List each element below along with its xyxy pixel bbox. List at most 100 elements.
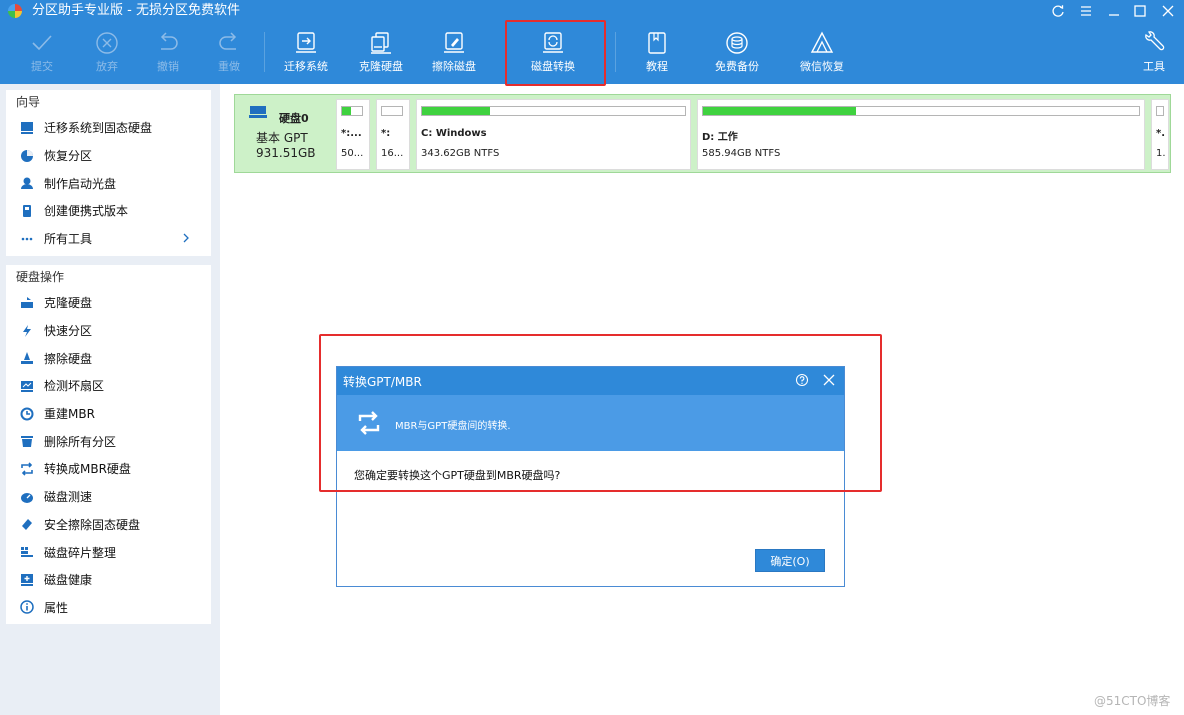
wechat-recovery-icon [810,31,834,53]
speed-icon [21,492,33,503]
toolbar-separator [615,32,616,72]
tools-icon [1145,31,1165,51]
more-icon [21,237,33,240]
partition-block[interactable]: *. 1. [1151,99,1169,170]
boot-disc-icon [21,177,33,190]
close-icon[interactable] [822,373,836,387]
partition-name: *. [1156,128,1166,139]
disk-convert-button[interactable]: 磁盘转换 [523,28,583,78]
ok-button[interactable]: 确定(O) [755,549,825,572]
sidebar-item-clone-disk[interactable]: 克隆硬盘 [6,289,211,317]
disk-name: 硬盘0 [279,112,309,125]
sidebar-item-quick-partition[interactable]: 快速分区 [6,317,211,345]
undo-button[interactable]: 撤销 [138,28,198,78]
minimize-icon [1109,14,1119,16]
x-circle-icon [96,32,118,54]
discard-button[interactable]: 放弃 [77,28,137,78]
clone-disk-button[interactable]: 克隆硬盘 [351,28,411,78]
portable-icon [23,204,31,217]
close-icon [1162,5,1174,17]
check-icon [32,35,52,51]
clone-disk-icon [371,32,391,54]
partition-size: 1. [1156,148,1166,159]
book-icon [648,32,666,54]
maximize-button[interactable] [1130,2,1150,20]
sidebar-item-defrag[interactable]: 磁盘碎片整理 [6,538,211,566]
sidebar-item-disk-speed[interactable]: 磁盘测速 [6,483,211,511]
minimize-button[interactable] [1104,2,1124,20]
hard-disk-icon [249,106,267,118]
dialog-banner-text: MBR与GPT硬盘间的转换. [395,421,511,432]
migrate-os-icon [296,32,316,53]
disk-ops-panel: 硬盘操作 克隆硬盘 快速分区 擦除硬盘 检测坏扇区 重建MBR 删除所有分区 转… [6,265,211,624]
tutorial-button[interactable]: 教程 [627,28,687,78]
partition-name: C: Windows [421,128,487,139]
partition-size: 343.62GB NTFS [421,148,500,159]
rebuild-icon [20,407,34,421]
sidebar-item-all-tools[interactable]: 所有工具 [6,225,211,253]
sidebar-item-delete-all-partitions[interactable]: 删除所有分区 [6,427,211,455]
sidebar-item-recover-partition[interactable]: 恢复分区 [6,142,211,170]
bad-sector-icon [21,380,33,392]
help-icon[interactable] [795,373,809,387]
menu-icon [1081,6,1091,16]
app-title: 分区助手专业版 - 无损分区免费软件 [32,3,240,18]
partition-block[interactable]: D: 工作 585.94GB NTFS [697,99,1145,170]
sidebar-item-convert-mbr[interactable]: 转换成MBR硬盘 [6,455,211,483]
dialog-title-bar: 转换GPT/MBR [337,367,844,395]
chevron-right-icon [183,233,189,243]
partition-size: 585.94GB NTFS [702,148,781,159]
sidebar-item-properties[interactable]: 属性 [6,594,211,622]
partition-size: 50... [341,148,364,159]
partition-block[interactable]: *:... 50... [336,99,370,170]
convert-icon [21,462,33,476]
redo-button[interactable]: 重做 [199,28,259,78]
disk-size: 931.51GB [256,146,316,160]
sidebar-item-bad-sector[interactable]: 检测坏扇区 [6,372,211,400]
sidebar-item-wipe-disk[interactable]: 擦除硬盘 [6,344,211,372]
partition-usage-bar [1156,106,1164,116]
close-button[interactable] [1158,2,1178,20]
undo-icon [160,32,178,50]
wechat-recovery-button[interactable]: 微信恢复 [792,28,852,78]
menu-button[interactable] [1076,2,1096,20]
sidebar-item-portable[interactable]: 创建便携式版本 [6,197,211,225]
sidebar: 向导 迁移系统到固态硬盘 恢复分区 制作启动光盘 创建便携式版本 所有工具 硬盘… [0,84,220,715]
sidebar-item-disk-health[interactable]: 磁盘健康 [6,566,211,594]
partition-usage-bar [702,106,1140,116]
disk-row[interactable]: 硬盘0 基本 GPT 931.51GB *:... 50... *: 16...… [234,94,1171,173]
redo-icon [219,32,237,50]
partition-block[interactable]: C: Windows 343.62GB NTFS [416,99,691,170]
dialog-message: 您确定要转换这个GPT硬盘到MBR硬盘吗? [354,469,561,482]
sidebar-item-migrate-ssd[interactable]: 迁移系统到固态硬盘 [6,114,211,142]
defrag-icon [21,547,33,558]
toolbar: 提交 放弃 撤销 重做 迁移系统 克隆硬盘 擦除磁盘 磁盘转换 教程 免费备份 … [0,24,1184,108]
toolbar-separator [264,32,265,72]
wizard-title: 向导 [16,95,41,109]
convert-dialog: 转换GPT/MBR MBR与GPT硬盘间的转换. 您确定要转换这个GPT硬盘到M… [336,366,845,587]
refresh-button[interactable] [1048,2,1068,20]
partition-block[interactable]: *: 16... [376,99,410,170]
sidebar-item-rebuild-mbr[interactable]: 重建MBR [6,400,211,428]
partition-usage-fill [422,107,491,115]
info-icon [20,600,34,615]
partition-usage-fill [342,107,351,115]
recover-partition-icon [21,149,33,162]
tools-button[interactable]: 工具 [1124,28,1184,78]
free-backup-button[interactable]: 免费备份 [707,28,767,78]
lightning-icon [23,324,31,337]
secure-erase-icon [22,519,32,531]
disk-ops-title: 硬盘操作 [16,270,65,284]
partition-size: 16... [381,148,404,159]
sidebar-item-secure-erase-ssd[interactable]: 安全擦除固态硬盘 [6,511,211,539]
wipe-disk-button[interactable]: 擦除磁盘 [424,28,484,78]
partition-name: *:... [341,128,362,139]
partition-usage-fill [703,107,856,115]
wipe-disk-icon [444,32,464,53]
migrate-ssd-icon [21,121,33,134]
migrate-os-button[interactable]: 迁移系统 [276,28,336,78]
disk-convert-icon [543,32,563,53]
commit-button[interactable]: 提交 [12,28,72,78]
sidebar-item-boot-disc[interactable]: 制作启动光盘 [6,169,211,197]
disk-type: 基本 GPT [256,131,308,145]
